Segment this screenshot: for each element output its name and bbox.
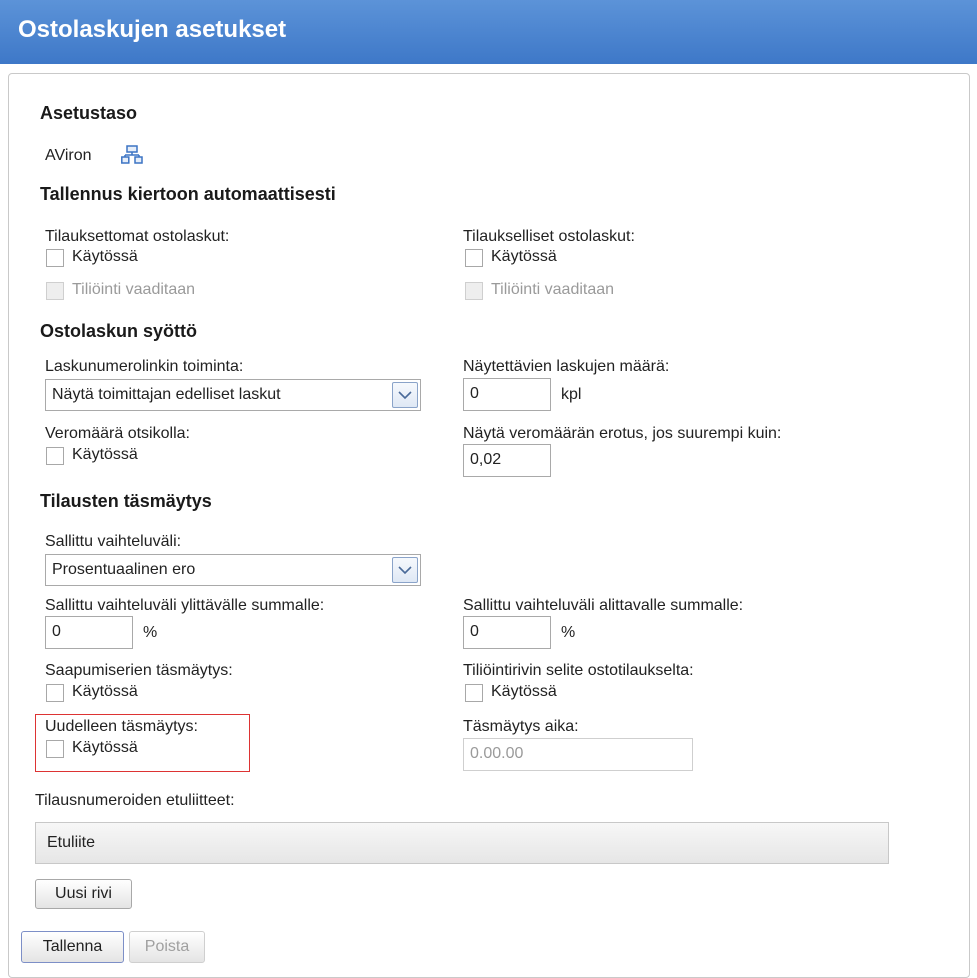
tilauksettomat-tiliointi-checkbox bbox=[46, 282, 64, 300]
rematch-checkbox[interactable] bbox=[46, 740, 64, 758]
tilaukselliset-enabled-label: Käytössä bbox=[491, 248, 557, 265]
tasmaytys-heading: Tilausten täsmäytys bbox=[40, 491, 212, 511]
prefix-column-header: Etuliite bbox=[47, 834, 96, 851]
link-action-select[interactable]: Näytä toimittajan edelliset laskut bbox=[45, 379, 421, 411]
tilauksettomat-tiliointi-label: Tiliöinti vaaditaan bbox=[72, 281, 196, 298]
desc-enabled-label: Käytössä bbox=[491, 683, 557, 700]
tilauksettomat-enabled-label: Käytössä bbox=[72, 248, 138, 265]
under-input[interactable]: 0 bbox=[463, 616, 551, 649]
new-row-button[interactable]: Uusi rivi bbox=[35, 879, 132, 909]
range-value: Prosentuaalinen ero bbox=[52, 561, 196, 578]
invoice-count-label: Näytettävien laskujen määrä: bbox=[463, 358, 670, 375]
range-label: Sallittu vaihteluväli: bbox=[45, 533, 182, 550]
page-title: Ostolaskujen asetukset bbox=[18, 16, 287, 43]
over-unit: % bbox=[143, 624, 158, 641]
tilauksettomat-enabled-checkbox[interactable] bbox=[46, 249, 64, 267]
tax-diff-input[interactable]: 0,02 bbox=[463, 444, 551, 477]
asetustaso-value: AViron bbox=[45, 147, 92, 164]
tax-header-enabled-label: Käytössä bbox=[72, 446, 138, 463]
tilaukselliset-tiliointi-checkbox bbox=[465, 282, 483, 300]
chevron-down-icon[interactable] bbox=[392, 382, 418, 408]
range-select[interactable]: Prosentuaalinen ero bbox=[45, 554, 421, 586]
save-button[interactable]: Tallenna bbox=[21, 931, 124, 963]
arrival-enabled-label: Käytössä bbox=[72, 683, 138, 700]
title-bar: Ostolaskujen asetukset bbox=[0, 0, 977, 64]
link-action-value: Näytä toimittajan edelliset laskut bbox=[52, 386, 281, 403]
tilauksettomat-label: Tilauksettomat ostolaskut: bbox=[45, 228, 230, 245]
tilaukselliset-tiliointi-label: Tiliöinti vaaditaan bbox=[491, 281, 615, 298]
over-label: Sallittu vaihteluväli ylittävälle summal… bbox=[45, 597, 325, 614]
tallennus-heading: Tallennus kiertoon automaattisesti bbox=[40, 184, 336, 204]
prefixes-label: Tilausnumeroiden etuliitteet: bbox=[35, 792, 235, 809]
hierarchy-icon[interactable] bbox=[121, 145, 143, 165]
rematch-label: Uudelleen täsmäytys: bbox=[45, 718, 198, 735]
chevron-down-icon[interactable] bbox=[392, 557, 418, 583]
under-unit: % bbox=[561, 624, 576, 641]
asetustaso-heading: Asetustaso bbox=[40, 103, 138, 123]
link-action-label: Laskunumerolinkin toiminta: bbox=[45, 358, 244, 375]
match-time-label: Täsmäytys aika: bbox=[463, 718, 579, 735]
prefix-table-header: Etuliite bbox=[35, 822, 889, 864]
tax-header-checkbox[interactable] bbox=[46, 447, 64, 465]
tilaukselliset-label: Tilaukselliset ostolaskut: bbox=[463, 228, 635, 245]
over-input[interactable]: 0 bbox=[45, 616, 133, 649]
match-time-input[interactable]: 0.00.00 bbox=[463, 738, 693, 771]
invoice-count-unit: kpl bbox=[561, 386, 582, 403]
arrival-label: Saapumiserien täsmäytys: bbox=[45, 662, 233, 679]
tax-header-label: Veromäärä otsikolla: bbox=[45, 425, 190, 442]
tax-diff-label: Näytä veromäärän erotus, jos suurempi ku… bbox=[463, 425, 782, 442]
rematch-enabled-label: Käytössä bbox=[72, 739, 138, 756]
under-label: Sallittu vaihteluväli alittavalle summal… bbox=[463, 597, 744, 614]
invoice-count-input[interactable]: 0 bbox=[463, 378, 551, 411]
desc-checkbox[interactable] bbox=[465, 684, 483, 702]
syotto-heading: Ostolaskun syöttö bbox=[40, 321, 198, 341]
arrival-checkbox[interactable] bbox=[46, 684, 64, 702]
delete-button[interactable]: Poista bbox=[129, 931, 205, 963]
tilaukselliset-enabled-checkbox[interactable] bbox=[465, 249, 483, 267]
desc-label: Tiliöintirivin selite ostotilaukselta: bbox=[463, 662, 694, 679]
